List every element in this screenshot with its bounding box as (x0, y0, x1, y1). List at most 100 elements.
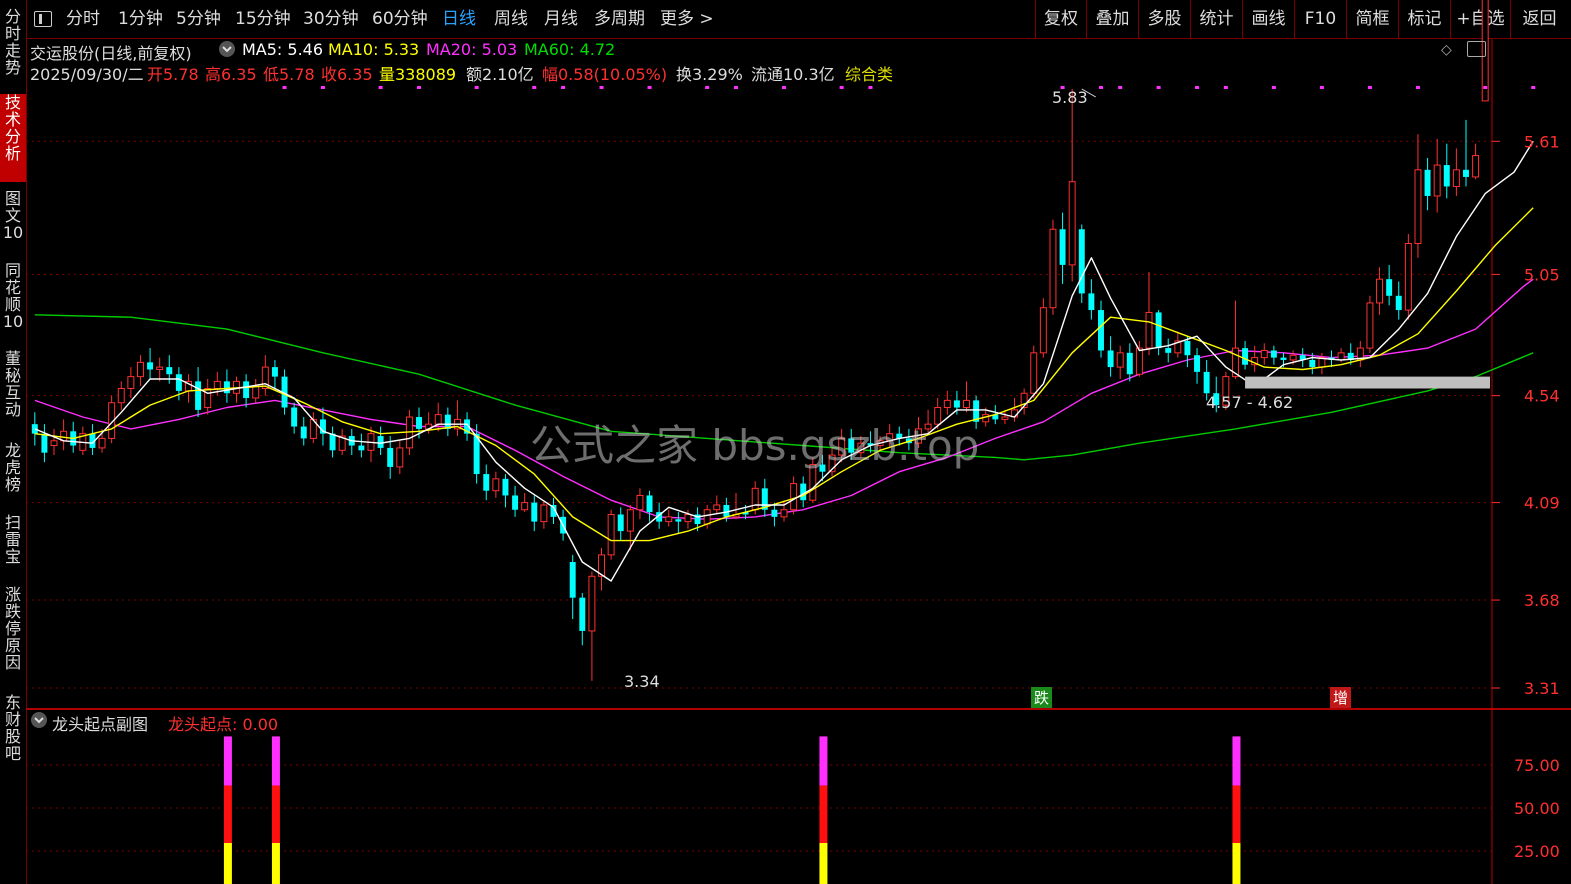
candle-body (416, 417, 422, 429)
candle (185, 374, 192, 403)
candle (636, 488, 644, 520)
signal-dot (733, 86, 738, 89)
candle (588, 571, 596, 681)
candle (261, 355, 269, 396)
candle (1030, 345, 1038, 399)
signal-dot (1271, 86, 1276, 89)
candle (1463, 119, 1469, 187)
candle (771, 502, 778, 527)
candle-body (127, 376, 135, 390)
candle-body (943, 399, 951, 409)
signal-dot (1223, 86, 1228, 89)
candle (195, 367, 202, 418)
candle (1443, 143, 1450, 199)
signal-bar (223, 736, 232, 884)
signal-bar-top (271, 736, 280, 786)
candle (665, 509, 673, 527)
candle (1472, 143, 1480, 180)
candle-body (684, 513, 692, 523)
candle (396, 440, 404, 475)
signal-dot (532, 86, 537, 89)
ma10-line (34, 207, 1534, 542)
watermark-text: 公式之家 bbs.gszb.top (530, 421, 980, 470)
candle-body (1107, 350, 1114, 368)
candle (1126, 343, 1133, 382)
signal-bar-mid (819, 785, 828, 843)
candle (117, 381, 125, 410)
candle-body (300, 426, 307, 439)
candle (1395, 281, 1402, 320)
candle-body (1145, 311, 1153, 349)
candle-body (1194, 355, 1201, 372)
candle-body (1049, 228, 1057, 309)
candle-body (790, 483, 798, 511)
candle-body (1242, 348, 1249, 365)
candle-body (1289, 354, 1297, 361)
candle (348, 428, 355, 456)
candle (243, 374, 250, 408)
candle-body (166, 367, 173, 375)
candle (761, 478, 768, 517)
candle-body (540, 504, 548, 523)
signal-dot (647, 86, 652, 89)
candle (444, 407, 451, 437)
support-range-band (1245, 376, 1490, 389)
candle (1386, 264, 1393, 306)
candle (1452, 148, 1460, 196)
signal-bar-mid (223, 785, 232, 843)
candle-body (1433, 164, 1441, 197)
candle (1165, 338, 1172, 363)
candle-body (1135, 347, 1143, 375)
candle-body (646, 495, 653, 513)
candle-body (1126, 352, 1133, 375)
candle-body (1472, 155, 1480, 178)
candle (646, 490, 653, 522)
candle-body (1386, 279, 1393, 296)
sub-chart-toggle-icon[interactable] (30, 711, 48, 733)
candle (453, 400, 461, 437)
ma10-path (34, 207, 1534, 542)
ma20-path (34, 278, 1534, 520)
candle-body (665, 516, 673, 523)
sub-chart-indicator: 龙头起点: 0.00 (168, 715, 279, 734)
candle-body (1337, 352, 1345, 361)
candle (1251, 345, 1259, 372)
candle (300, 417, 307, 446)
candle (233, 376, 240, 403)
signal-bar-mid (1232, 785, 1241, 843)
candle-body (195, 381, 202, 410)
price-tick-label: 3.31 (1524, 679, 1560, 698)
candle (127, 367, 135, 399)
candle (1078, 224, 1085, 303)
candle (271, 359, 278, 391)
range-label: 4.57 - 4.62 (1206, 393, 1294, 412)
candle (598, 547, 605, 591)
signal-bar-bottom (819, 843, 828, 884)
candle (1020, 388, 1028, 415)
candle-body (579, 597, 586, 631)
candle-body (1030, 352, 1038, 394)
candle (79, 426, 87, 456)
increase-tag: 增 (1330, 687, 1352, 708)
candle-body (1165, 348, 1172, 353)
candle-body (1309, 359, 1316, 368)
candle (483, 464, 490, 501)
signal-dot (599, 86, 604, 89)
signal-dot (1367, 86, 1372, 89)
candle (521, 493, 529, 513)
diamond-icon[interactable]: ◇ (1441, 42, 1452, 58)
candle (607, 509, 615, 560)
candle-body (1068, 181, 1076, 266)
ma20-line (34, 278, 1534, 520)
sub-tick-label: 50.00 (1514, 799, 1560, 818)
candle (223, 369, 230, 403)
candle (1404, 233, 1412, 320)
candle-body (377, 436, 384, 448)
candle (675, 512, 682, 534)
candle-body (50, 440, 58, 447)
signal-dot (839, 86, 844, 89)
signal-bar-top (1232, 736, 1241, 786)
panel-toggle-icon[interactable] (1467, 41, 1486, 57)
candle-body (703, 509, 711, 525)
candle (377, 426, 384, 456)
